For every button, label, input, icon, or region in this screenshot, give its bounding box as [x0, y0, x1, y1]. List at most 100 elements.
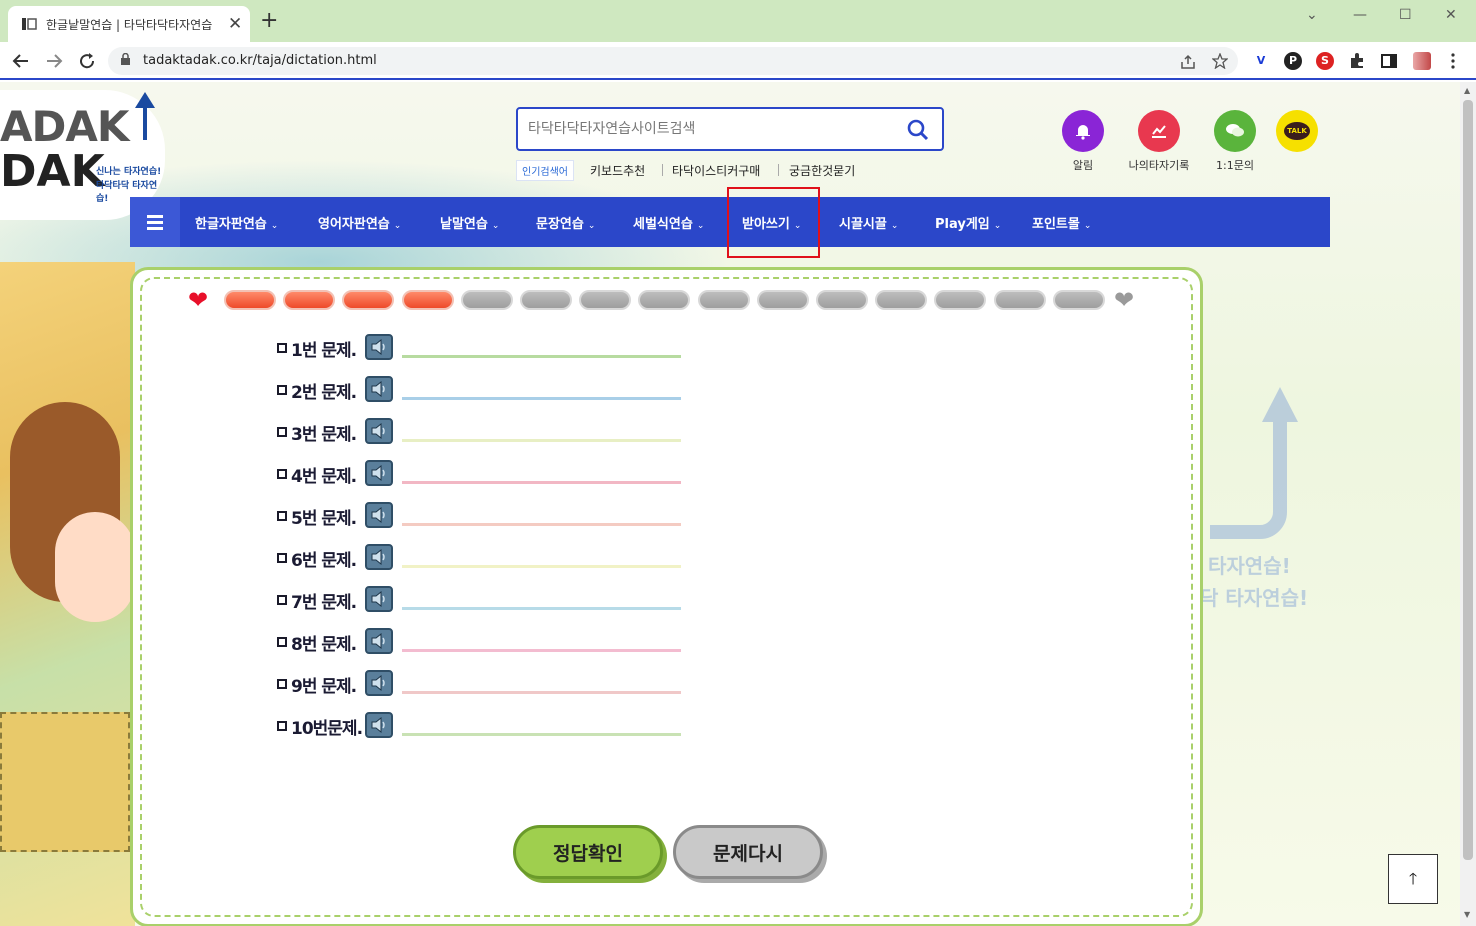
keyword-divider [778, 164, 779, 176]
scroll-up-icon[interactable]: ▲ [1464, 86, 1470, 95]
address-bar[interactable]: tadaktadak.co.kr/taja/dictation.html [108, 47, 1238, 75]
chevron-down-icon: ⌄ [270, 221, 279, 231]
reload-icon[interactable] [78, 52, 96, 70]
site-search-input[interactable] [528, 117, 898, 141]
answer-input[interactable] [402, 506, 681, 526]
page-scrollbar[interactable]: ▲ ▼ [1460, 82, 1476, 926]
nav-item-sentence-practice[interactable]: 문장연습 ⌄ [536, 213, 595, 232]
tab-search-icon[interactable]: ⌄ [1306, 7, 1318, 23]
speaker-play-icon[interactable] [365, 544, 393, 570]
browser-tab[interactable]: 한글낱말연습 | 타닥타닥타자연습 ✕ [8, 6, 250, 42]
popular-keyword-link[interactable]: 궁금한것묻기 [789, 162, 855, 179]
bookmark-star-icon[interactable] [1212, 53, 1228, 69]
progress-pill-pending [638, 290, 691, 310]
side-panel-icon[interactable] [1380, 52, 1398, 70]
progress-pill-pending [520, 290, 572, 310]
speaker-play-icon[interactable] [365, 712, 393, 738]
speaker-play-icon[interactable] [365, 670, 393, 696]
scrollbar-thumb[interactable] [1463, 100, 1473, 860]
nav-item-siggeul[interactable]: 시끌시끌 ⌄ [839, 213, 898, 232]
answer-input[interactable] [402, 338, 681, 358]
answer-input[interactable] [402, 632, 681, 652]
question-checkbox-icon [277, 427, 287, 437]
answer-input[interactable] [402, 464, 681, 484]
question-label: 10번문제. [291, 719, 363, 739]
window-close-icon[interactable]: ✕ [1445, 7, 1457, 23]
retry-button[interactable]: 문제다시 [673, 825, 823, 879]
nav-item-play-game[interactable]: Play게임 ⌄ [935, 213, 1001, 232]
quick-button-kakao[interactable]: TALK [1252, 110, 1342, 152]
maximize-icon[interactable]: ☐ [1399, 7, 1412, 23]
question-label: 2번 문제. [291, 383, 357, 403]
profile-avatar[interactable] [1413, 52, 1431, 70]
kakao-talk-icon: TALK [1276, 110, 1318, 152]
nav-item-point-mall[interactable]: 포인트몰 ⌄ [1032, 213, 1091, 232]
popular-keyword-link[interactable]: 키보드추천 [590, 162, 645, 179]
question-checkbox-icon [277, 553, 287, 563]
site-favicon-icon [22, 18, 37, 30]
quick-button-label: 1:1문의 [1216, 159, 1254, 172]
extension-s-icon[interactable]: S [1316, 52, 1334, 70]
answer-input[interactable] [402, 674, 681, 694]
browser-toolbar: tadaktadak.co.kr/taja/dictation.html V P… [0, 42, 1476, 80]
logo-text-bottom: DAK [0, 146, 105, 197]
speaker-play-icon[interactable] [365, 334, 393, 360]
answer-input[interactable] [402, 548, 681, 568]
keyword-divider [662, 164, 663, 176]
extension-p-icon[interactable]: P [1284, 52, 1302, 70]
scroll-down-icon[interactable]: ▼ [1464, 910, 1470, 919]
speaker-play-icon[interactable] [365, 586, 393, 612]
progress-pill-pending [993, 290, 1046, 310]
forward-icon[interactable] [45, 52, 63, 70]
share-icon[interactable] [1180, 54, 1196, 70]
question-label: 1번 문제. [291, 341, 357, 361]
chevron-down-icon: ⌄ [1083, 221, 1092, 231]
progress-pill-pending [1052, 290, 1105, 310]
speaker-play-icon[interactable] [365, 376, 393, 402]
browser-tabstrip: 한글낱말연습 | 타닥타닥타자연습 ✕ + ⌄ — ☐ ✕ [0, 0, 1476, 42]
new-tab-button[interactable]: + [260, 8, 278, 33]
chevron-down-icon: ⌄ [393, 221, 402, 231]
tab-close-icon[interactable]: ✕ [228, 14, 242, 34]
chevron-down-icon: ⌄ [587, 221, 596, 231]
menu-hamburger-icon[interactable] [130, 197, 180, 247]
speaker-play-icon[interactable] [365, 502, 393, 528]
progress-pill-done [401, 290, 454, 310]
answer-input[interactable] [402, 422, 681, 442]
back-icon[interactable] [12, 52, 30, 70]
answer-input[interactable] [402, 716, 681, 736]
progress-pill-pending [875, 290, 928, 310]
search-icon[interactable] [906, 118, 930, 142]
speaker-play-icon[interactable] [365, 418, 393, 444]
popular-keyword-link[interactable]: 타닥이스티커구매 [672, 162, 760, 179]
progress-pill-pending [816, 290, 868, 310]
chevron-down-icon: ⌄ [890, 221, 899, 231]
nav-item-english-keyboard[interactable]: 영어자판연습 ⌄ [318, 213, 401, 232]
background-logo-watermark: 타자연습! 닥 타자연습! [1200, 382, 1340, 622]
chat-icon [1214, 110, 1256, 152]
answer-input[interactable] [402, 590, 681, 610]
progress-pill-done [283, 290, 336, 310]
lock-icon [121, 53, 130, 65]
extension-v-icon[interactable]: V [1252, 52, 1270, 70]
question-checkbox-icon [277, 343, 287, 353]
progress-pill-done [224, 290, 276, 310]
arrow-up-icon[interactable]: 🡑 [1388, 854, 1438, 904]
nav-item-sebeolsik[interactable]: 세벌식연습 ⌄ [633, 213, 704, 232]
browser-menu-icon[interactable] [1444, 52, 1462, 70]
question-checkbox-icon [277, 595, 287, 605]
speaker-play-icon[interactable] [365, 460, 393, 486]
nav-item-word-practice[interactable]: 낱말연습 ⌄ [440, 213, 499, 232]
logo-text-top: ADAK [0, 102, 129, 151]
question-checkbox-icon [277, 511, 287, 521]
progress-pill-pending [579, 290, 632, 310]
progress-pill-pending [460, 290, 513, 310]
question-checkbox-icon [277, 385, 287, 395]
question-label: 8번 문제. [291, 635, 357, 655]
check-answer-button[interactable]: 정답확인 [513, 825, 663, 879]
extensions-puzzle-icon[interactable] [1348, 52, 1366, 70]
answer-input[interactable] [402, 380, 681, 400]
nav-item-korean-keyboard[interactable]: 한글자판연습 ⌄ [195, 213, 278, 232]
minimize-icon[interactable]: — [1353, 7, 1367, 23]
speaker-play-icon[interactable] [365, 628, 393, 654]
